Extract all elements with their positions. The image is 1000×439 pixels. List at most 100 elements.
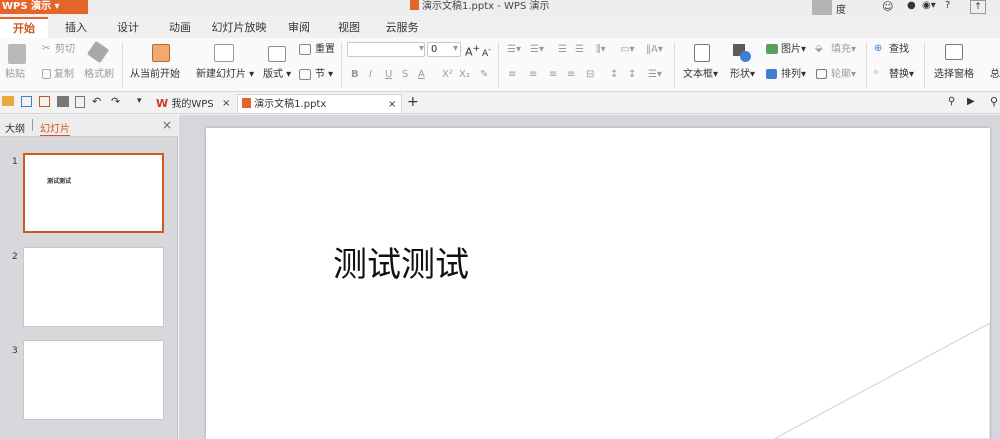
increase-indent-icon[interactable]: ☰: [575, 44, 584, 56]
selection-pane-icon[interactable]: [945, 44, 963, 60]
align-left-icon[interactable]: ≡: [508, 69, 516, 81]
redo-icon[interactable]: ↷: [111, 95, 120, 108]
more-paragraph-icon[interactable]: ☰▾: [648, 69, 662, 81]
tab-cloud[interactable]: 云服务: [378, 17, 426, 38]
section-button[interactable]: 节 ▾: [315, 69, 333, 81]
slide-thumbnail-3[interactable]: [23, 340, 164, 420]
distribute-icon[interactable]: ⊟: [586, 69, 594, 81]
fill-button[interactable]: 填充▾: [831, 44, 856, 56]
outline-icon[interactable]: [816, 69, 827, 79]
strikethrough-button[interactable]: S: [402, 69, 408, 81]
replace-button[interactable]: 替换▾: [889, 69, 914, 81]
superscript-button[interactable]: X²: [442, 69, 453, 81]
align-center-icon[interactable]: ≡: [529, 69, 537, 81]
replace-icon[interactable]: ᵇ: [874, 69, 878, 81]
close-icon[interactable]: ×: [388, 95, 396, 114]
more-ribbon-button[interactable]: 总: [990, 69, 1000, 81]
find-button[interactable]: 查找: [889, 44, 909, 56]
find-icon[interactable]: ⊕: [874, 43, 882, 55]
shape-button[interactable]: 形状▾: [730, 69, 755, 81]
layout-icon[interactable]: [268, 46, 286, 62]
layout-button[interactable]: 版式 ▾: [263, 69, 291, 81]
outline-button[interactable]: 轮廓▾: [831, 69, 856, 81]
tab-outline[interactable]: 大纲: [5, 120, 25, 135]
align-right-icon[interactable]: ≡: [549, 69, 557, 81]
tab-animation[interactable]: 动画: [160, 17, 200, 38]
spacing-icon[interactable]: ↕: [628, 69, 636, 81]
customize-dropdown-icon[interactable]: ▾: [137, 96, 142, 106]
numbering-icon[interactable]: ☰▾: [530, 44, 544, 56]
doc-tab-my-wps[interactable]: W 我的WPS ×: [152, 94, 236, 113]
location-icon[interactable]: ●: [907, 0, 916, 11]
minimize-ribbon-icon[interactable]: ↑: [970, 0, 986, 14]
section-icon[interactable]: [299, 69, 311, 80]
italic-button[interactable]: I: [369, 69, 372, 81]
underline-button[interactable]: U: [385, 69, 392, 81]
slide-thumbnail-1[interactable]: 测试测试: [23, 153, 164, 233]
fill-icon[interactable]: ⬙: [815, 43, 823, 55]
tab-design[interactable]: 设计: [108, 17, 148, 38]
avatar[interactable]: [812, 0, 832, 15]
arrange-button[interactable]: 排列▾: [781, 69, 806, 81]
close-pane-icon[interactable]: ×: [162, 118, 172, 132]
bold-button[interactable]: B: [351, 69, 359, 81]
tab-slideshow[interactable]: 幻灯片放映: [208, 17, 270, 38]
reset-button[interactable]: 重置: [315, 44, 335, 56]
open-icon[interactable]: [2, 96, 14, 106]
tab-home[interactable]: 开始: [0, 17, 48, 38]
copy-button[interactable]: 复制: [54, 69, 74, 81]
font-size-dropdown-icon[interactable]: ▾: [453, 43, 458, 55]
tab-view[interactable]: 视图: [330, 17, 368, 38]
play-from-current-icon[interactable]: [152, 44, 170, 62]
font-name-select[interactable]: [347, 42, 425, 57]
undo-icon[interactable]: ↶: [92, 95, 101, 108]
cut-button[interactable]: 剪切: [55, 44, 75, 56]
print-preview-icon[interactable]: [75, 96, 85, 108]
copy-icon[interactable]: [42, 69, 51, 79]
shape-icon[interactable]: [733, 44, 751, 62]
paste-button[interactable]: 粘贴: [5, 69, 25, 81]
textbox-icon[interactable]: [694, 44, 710, 62]
tab-slides[interactable]: 幻灯片: [40, 120, 70, 136]
reset-icon[interactable]: [299, 44, 311, 55]
picture-button[interactable]: 图片▾: [781, 44, 806, 56]
font-color-button[interactable]: A: [418, 69, 425, 81]
textbox-button[interactable]: 文本框▾: [683, 69, 718, 81]
arrange-icon[interactable]: [766, 69, 777, 79]
columns-icon[interactable]: ⫼▾: [596, 44, 606, 56]
font-name-dropdown-icon[interactable]: ▾: [419, 43, 424, 55]
shrink-font-icon[interactable]: A-: [482, 44, 491, 60]
line-spacing-icon[interactable]: ‖A▾: [646, 44, 663, 56]
print-icon[interactable]: [57, 96, 69, 107]
close-icon[interactable]: ×: [222, 94, 230, 113]
grow-font-icon[interactable]: A+: [465, 43, 480, 59]
app-menu-button[interactable]: WPS 演示 ▾: [0, 0, 88, 14]
tab-insert[interactable]: 插入: [56, 17, 96, 38]
paragraph-spacing-icon[interactable]: ↕: [610, 69, 618, 81]
selection-pane-button[interactable]: 选择窗格: [934, 69, 974, 81]
slide-canvas[interactable]: [206, 128, 990, 439]
picture-icon[interactable]: [766, 44, 778, 54]
clear-format-icon[interactable]: ✎: [480, 69, 488, 81]
decrease-indent-icon[interactable]: ☰: [558, 44, 567, 56]
text-direction-icon[interactable]: ▭▾: [620, 44, 634, 56]
new-tab-button[interactable]: +: [407, 94, 419, 110]
subscript-button[interactable]: X₂: [459, 69, 470, 81]
pin-icon[interactable]: ⚲: [948, 96, 955, 107]
from-current-button[interactable]: 从当前开始: [130, 69, 180, 81]
bullets-icon[interactable]: ☰▾: [507, 44, 521, 56]
skin-icon[interactable]: ◉▾: [922, 0, 936, 11]
help-button[interactable]: ?: [945, 0, 950, 11]
comment-icon[interactable]: ▶: [967, 96, 975, 107]
justify-icon[interactable]: ≡: [567, 69, 575, 81]
new-slide-icon[interactable]: [214, 44, 234, 62]
doc-tab-presentation[interactable]: 演示文稿1.pptx ×: [237, 94, 402, 113]
save-icon[interactable]: [21, 96, 32, 107]
format-painter-button[interactable]: 格式刷: [84, 69, 114, 81]
search-icon[interactable]: ⚲: [990, 95, 998, 108]
tab-review[interactable]: 审阅: [280, 17, 318, 38]
save-as-icon[interactable]: [39, 96, 50, 107]
scissors-icon[interactable]: ✂: [42, 43, 50, 55]
new-slide-button[interactable]: 新建幻灯片 ▾: [196, 69, 254, 81]
slide-text-box[interactable]: 测试测试: [333, 245, 469, 285]
